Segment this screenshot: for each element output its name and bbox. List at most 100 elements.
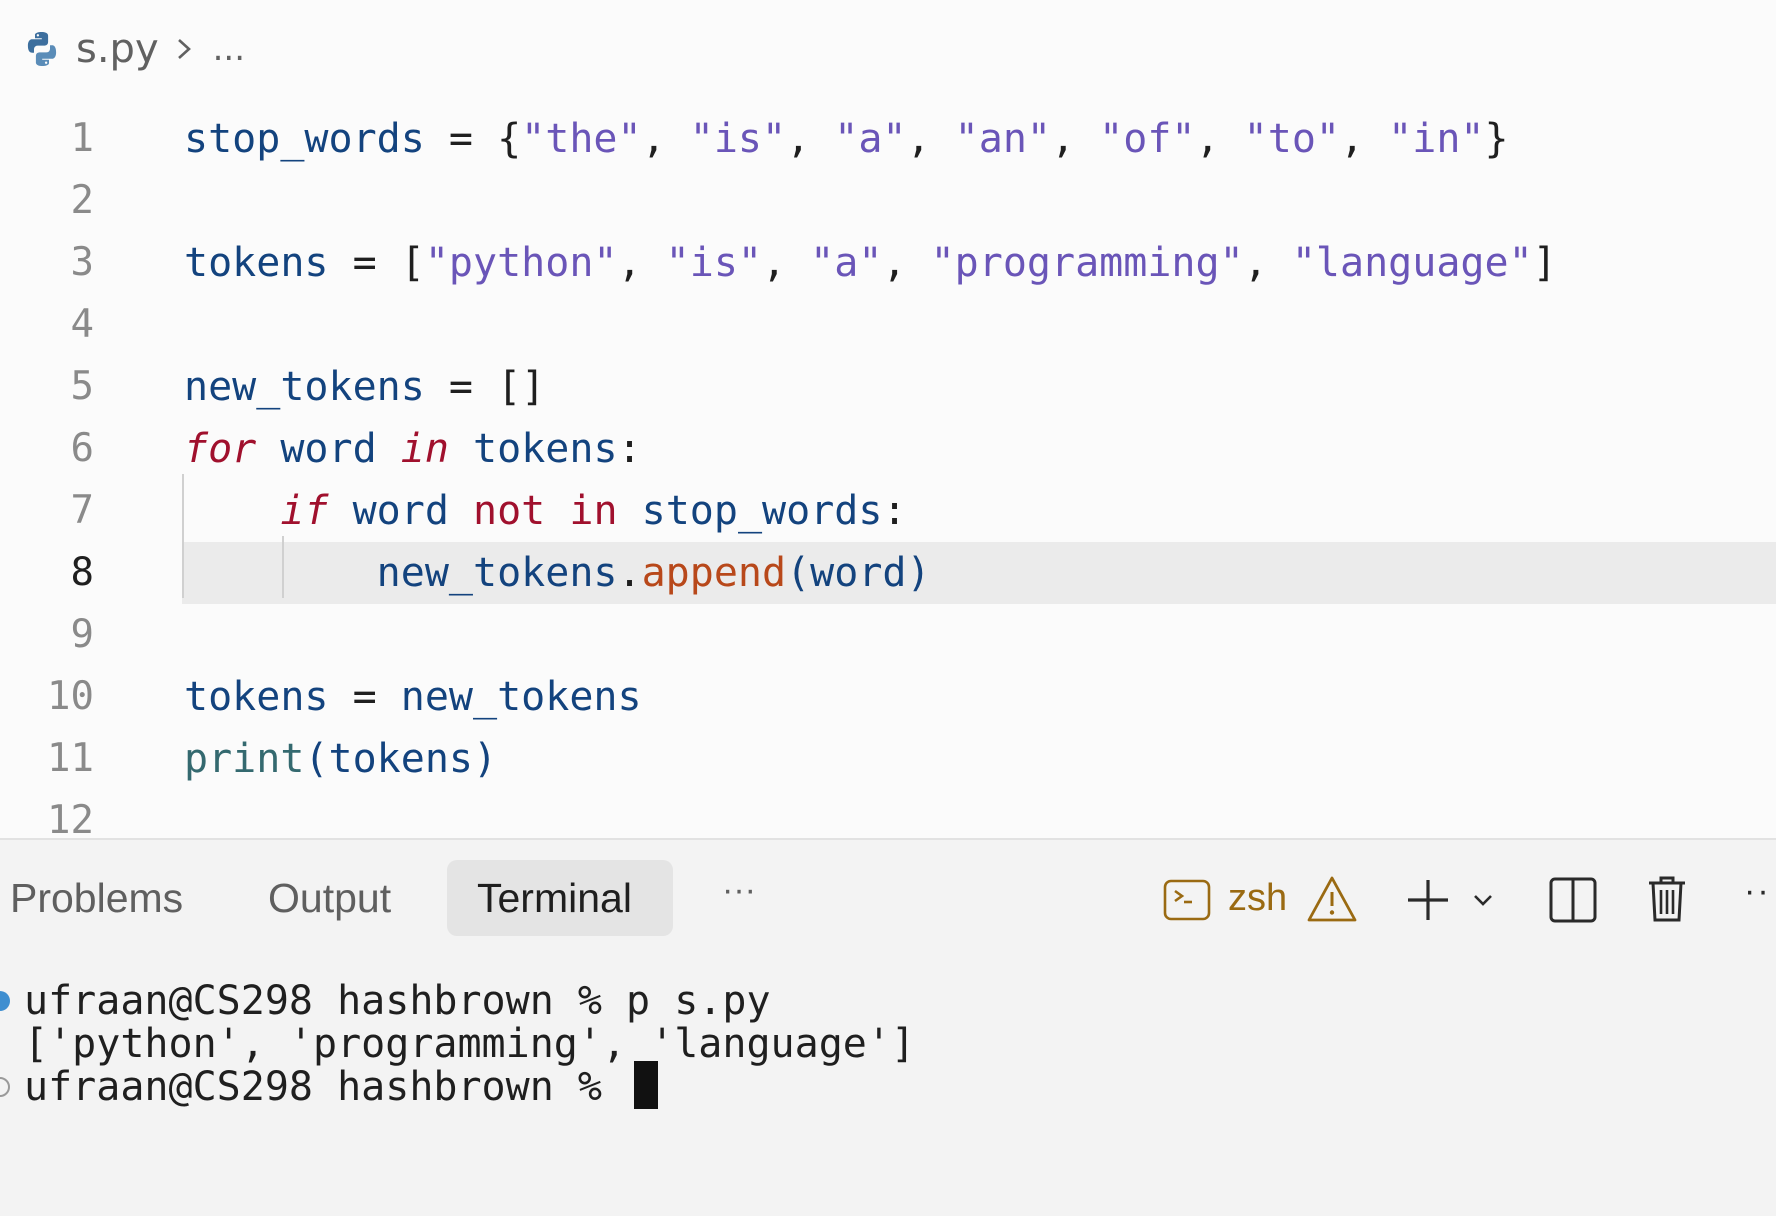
panel-tabs: Problems Output Terminal ···	[0, 860, 1776, 936]
code-token: =	[328, 674, 401, 720]
code-text: tokens = ["python", "is", "a", "programm…	[184, 232, 1557, 294]
code-token: "is"	[665, 240, 762, 286]
code-token: "programming"	[930, 240, 1244, 286]
terminal-cursor	[634, 1061, 659, 1109]
code-text: print(tokens)	[184, 728, 497, 790]
code-line[interactable]: 7 if word not in stop_words:	[0, 480, 1776, 542]
terminal-text: ufraan@CS298 hashbrown %	[24, 1064, 627, 1110]
code-token: new_tokens	[400, 674, 642, 720]
code-line[interactable]: 10 tokens = new_tokens	[0, 666, 1776, 728]
code-token: }	[1484, 116, 1509, 162]
code-token: = {	[424, 116, 522, 162]
trash-icon[interactable]	[1646, 874, 1688, 924]
breadcrumb-file[interactable]: s.py	[76, 26, 159, 72]
breadcrumb-more[interactable]: ...	[213, 29, 245, 69]
line-number: 9	[70, 612, 94, 657]
code-token: = [	[328, 240, 425, 286]
code-token: not	[473, 488, 546, 534]
code-editor[interactable]: 1 stop_words = {"the", "is", "a", "an", "…	[0, 108, 1776, 838]
code-line[interactable]: 2	[0, 170, 1776, 232]
breadcrumb: s.py ...	[22, 24, 245, 74]
code-line[interactable]: 4	[0, 294, 1776, 356]
tab-output[interactable]: Output	[238, 860, 421, 936]
code-token: "in"	[1388, 116, 1485, 162]
code-token: "of"	[1099, 116, 1196, 162]
code-token: word	[280, 426, 377, 472]
code-token: new_tokens	[376, 550, 618, 596]
code-token: "the"	[521, 116, 642, 162]
code-line[interactable]: 3 tokens = ["python", "is", "a", "program…	[0, 232, 1776, 294]
code-token: :	[617, 426, 642, 472]
tab-problems[interactable]: Problems	[0, 860, 213, 936]
code-text: stop_words = {"the", "is", "a", "an", "o…	[184, 108, 1509, 170]
code-line[interactable]: 6 for word in tokens:	[0, 418, 1776, 480]
line-number: 3	[70, 240, 94, 285]
code-token: print	[184, 736, 305, 782]
command-status-dot[interactable]	[0, 991, 10, 1011]
line-number: 6	[70, 426, 94, 471]
line-number: 2	[70, 178, 94, 223]
code-line[interactable]: 9	[0, 604, 1776, 666]
code-token: (word)	[786, 550, 931, 596]
line-number: 12	[47, 798, 94, 838]
terminal-text: ['python', 'programming', 'language']	[24, 1021, 916, 1067]
code-token: if	[280, 488, 329, 534]
panel-overflow-button[interactable]: ··	[1744, 872, 1771, 911]
code-line[interactable]: 5 new_tokens = []	[0, 356, 1776, 418]
line-number: 4	[70, 302, 94, 347]
chevron-down-icon[interactable]	[1472, 892, 1494, 908]
code-token: stop_words	[641, 488, 883, 534]
code-token: ]	[1532, 240, 1557, 286]
chevron-right-icon	[177, 39, 191, 59]
code-token: for	[184, 426, 257, 472]
code-line[interactable]: 12	[0, 790, 1776, 838]
terminal-shell-name[interactable]: zsh	[1228, 860, 1287, 936]
line-number: 8	[70, 550, 94, 595]
bottom-panel: Problems Output Terminal ··· zsh ·· ufra…	[0, 838, 1776, 1216]
code-text: new_tokens.append(word)	[184, 542, 931, 604]
panel-more-button[interactable]: ···	[692, 852, 786, 928]
add-terminal-icon[interactable]	[1404, 876, 1452, 924]
code-token: "a"	[810, 240, 883, 286]
code-line[interactable]: 8 new_tokens.append(word)	[71, 542, 1776, 604]
python-file-icon	[27, 32, 57, 66]
code-token: ,	[761, 240, 811, 286]
code-token: append	[641, 550, 787, 596]
terminal-line: ufraan@CS298 hashbrown %	[0, 1061, 659, 1112]
code-token: ,	[906, 116, 955, 162]
code-token: word	[352, 488, 449, 534]
code-text: new_tokens = []	[184, 356, 545, 418]
warning-icon[interactable]	[1306, 874, 1358, 924]
tab-terminal[interactable]: Terminal	[447, 860, 673, 936]
code-token: ,	[786, 116, 835, 162]
code-line[interactable]: 11 print(tokens)	[0, 728, 1776, 790]
code-token: ,	[1051, 116, 1100, 162]
code-text: tokens = new_tokens	[184, 666, 642, 728]
code-token: ,	[882, 240, 931, 286]
terminal-text: ufraan@CS298 hashbrown % p s.py	[24, 978, 771, 1024]
code-line[interactable]: 1 stop_words = {"the", "is", "a", "an", "…	[0, 108, 1776, 170]
code-token: ,	[641, 116, 690, 162]
code-token: stop_words	[184, 116, 425, 162]
split-terminal-icon[interactable]	[1548, 876, 1598, 924]
line-number: 10	[47, 674, 94, 719]
code-token: "is"	[689, 116, 787, 162]
indent-guide	[182, 474, 184, 598]
code-token: in	[569, 488, 618, 534]
terminal-icon[interactable]	[1162, 878, 1212, 922]
code-token: ,	[1243, 240, 1292, 286]
code-text: if word not in stop_words:	[184, 480, 906, 542]
code-token: tokens	[184, 240, 329, 286]
line-number: 11	[47, 736, 94, 781]
command-status-dot[interactable]	[0, 1077, 10, 1097]
code-token: new_tokens	[184, 364, 425, 410]
line-number: 7	[70, 488, 94, 533]
code-token: tokens	[473, 426, 618, 472]
